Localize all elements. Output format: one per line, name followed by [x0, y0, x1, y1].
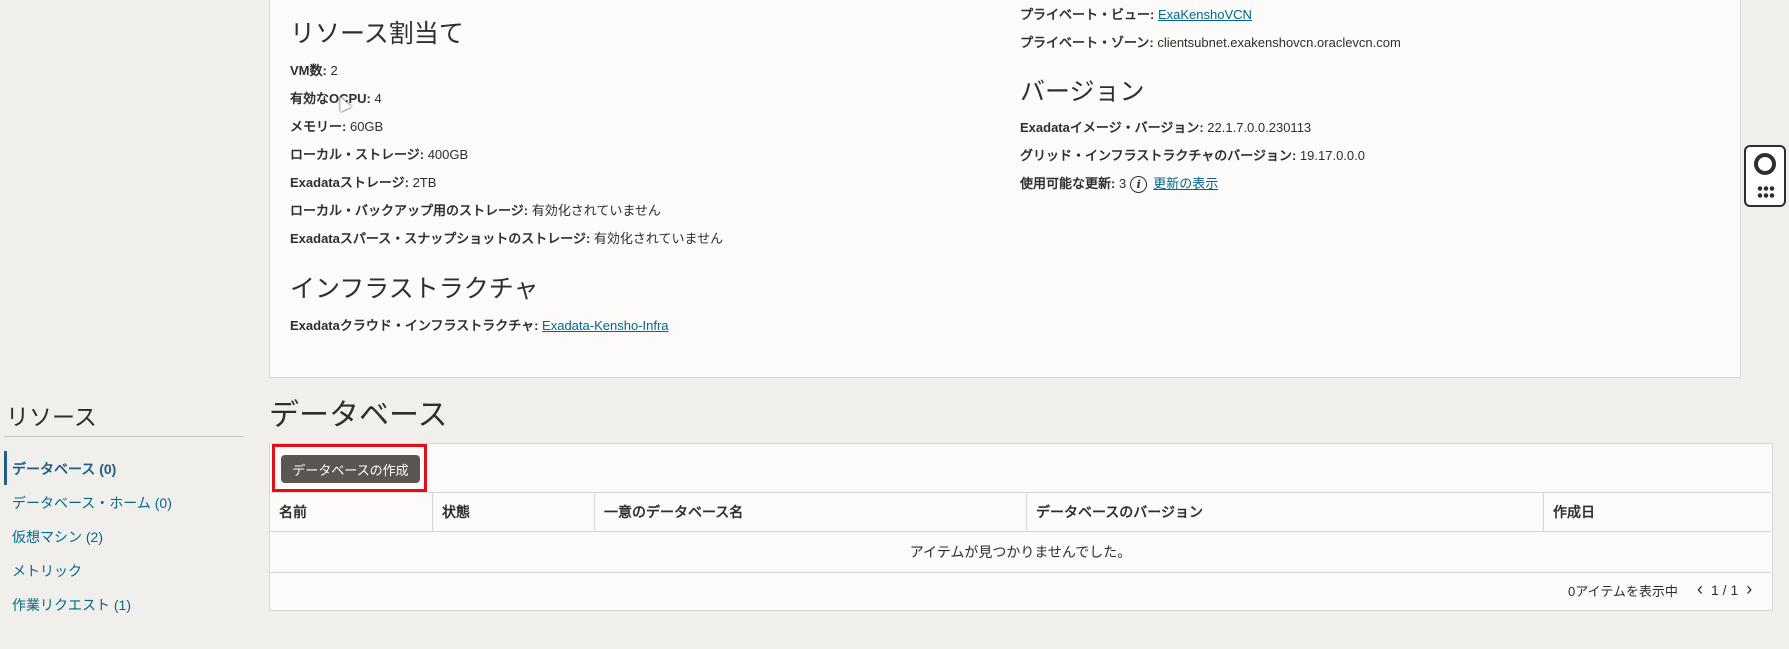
private-zone-row: プライベート・ゾーン: clientsubnet.exakenshovcn.or…: [1020, 35, 1401, 50]
column-header-name[interactable]: 名前: [270, 492, 433, 532]
create-database-button[interactable]: データベースの作成: [281, 455, 420, 483]
databases-table: 名前 状態 一意のデータベース名 データベースのバージョン 作成日 アイテムが見…: [270, 492, 1771, 573]
infrastructure-link[interactable]: Exadata-Kensho-Infra: [542, 318, 668, 333]
vm-count-row: VM数: 2: [290, 63, 338, 78]
local-backup-storage-row: ローカル・バックアップ用のストレージ: 有効化されていません: [290, 203, 661, 218]
version-title: バージョン: [1020, 78, 1145, 106]
sidebar-item-metrics[interactable]: メトリック: [12, 561, 82, 581]
table-header-row: 名前 状態 一意のデータベース名 データベースのバージョン 作成日: [270, 492, 1771, 532]
chevron-right-icon[interactable]: ›: [1746, 579, 1752, 600]
infrastructure-row: Exadataクラウド・インフラストラクチャ: Exadata-Kensho-I…: [290, 318, 669, 333]
resources-title: リソース: [6, 404, 97, 430]
chevron-left-icon[interactable]: ‹: [1697, 579, 1703, 600]
private-view-link[interactable]: ExaKenshoVCN: [1158, 7, 1252, 22]
lifebuoy-icon: [1754, 153, 1776, 175]
exadata-storage-row: Exadataストレージ: 2TB: [290, 175, 437, 190]
resources-divider: [4, 436, 243, 437]
column-header-state[interactable]: 状態: [432, 492, 595, 532]
sparse-snapshot-storage-row: Exadataスパース・スナップショットのストレージ: 有効化されていません: [290, 231, 724, 246]
pagination: ‹ 1 / 1 ›: [1697, 579, 1752, 600]
sidebar-item-database-homes[interactable]: データベース・ホーム (0): [12, 493, 172, 513]
databases-title: データベース: [269, 399, 448, 432]
grid-dots-icon: [1757, 185, 1775, 199]
memory-row: メモリー: 60GB: [290, 119, 384, 134]
column-header-db-version[interactable]: データベースのバージョン: [1026, 492, 1544, 532]
column-header-created[interactable]: 作成日: [1543, 492, 1771, 532]
infrastructure-title: インフラストラクチャ: [290, 275, 539, 303]
column-header-unique-db-name[interactable]: 一意のデータベース名: [594, 492, 1027, 532]
resource-allocation-title: リソース割当て: [290, 20, 464, 48]
table-row: アイテムが見つかりませんでした。: [270, 531, 1771, 573]
page-indicator: 1 / 1: [1711, 581, 1739, 598]
empty-message: アイテムが見つかりませんでした。: [270, 531, 1771, 573]
help-widget[interactable]: [1744, 145, 1786, 207]
available-updates-row: 使用可能な更新: 3 i 更新の表示: [1020, 176, 1219, 194]
local-storage-row: ローカル・ストレージ: 400GB: [290, 147, 469, 162]
grid-version-row: グリッド・インフラストラクチャのバージョン: 19.17.0.0.0: [1020, 148, 1365, 163]
image-version-row: Exadataイメージ・バージョン: 22.1.7.0.0.230113: [1020, 120, 1312, 135]
sidebar-item-databases[interactable]: データベース (0): [12, 459, 116, 479]
private-view-row: プライベート・ビュー: ExaKenshoVCN: [1020, 7, 1252, 22]
sidebar-item-virtual-machines[interactable]: 仮想マシン (2): [12, 527, 103, 547]
view-updates-link[interactable]: 更新の表示: [1153, 176, 1218, 191]
sidebar-item-work-requests[interactable]: 作業リクエスト (1): [12, 595, 131, 615]
sidebar-active-indicator: [4, 451, 7, 485]
item-count: 0アイテムを表示中: [1568, 584, 1678, 599]
info-icon[interactable]: i: [1130, 176, 1148, 194]
